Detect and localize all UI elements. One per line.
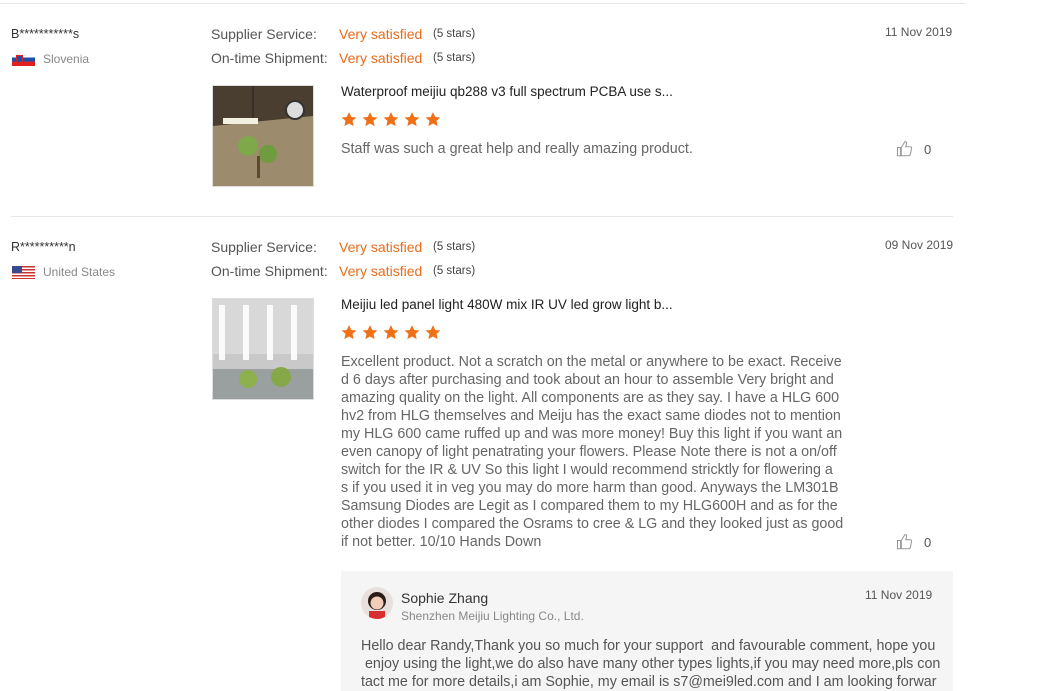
thumbs-up-icon: [896, 140, 913, 157]
top-divider: [0, 3, 966, 4]
star-icon: [383, 325, 399, 340]
like-button[interactable]: 0: [896, 533, 931, 551]
slovenia-flag-icon: [12, 52, 35, 66]
shipment-value: Very satisfied: [339, 263, 423, 279]
reply-text-line: enjoy using the light,we do also have ma…: [361, 656, 941, 672]
reviewer-country: Slovenia: [12, 52, 89, 66]
product-title-link[interactable]: Waterproof meijiu qb288 v3 full spectrum…: [341, 84, 673, 99]
review-text-line: my HLG 600 came ruffed up and was more m…: [341, 426, 843, 442]
star-icon: [404, 112, 420, 127]
rating-stars: [340, 111, 442, 128]
supplier-reply: Sophie Zhang Shenzhen Meijiu Lighting Co…: [341, 571, 953, 691]
reply-text-line: tact me for more details,i am Sophie, my…: [361, 674, 937, 690]
review-text-line: s if you used it in veg you may do more …: [341, 480, 839, 496]
like-count: 0: [924, 141, 932, 157]
review-text-line: amazing quality on the light. All compon…: [341, 390, 840, 406]
supplier-service-value: Very satisfied: [339, 26, 423, 42]
reviewer-name: R**********n: [11, 240, 76, 254]
reviewer-country: United States: [12, 265, 115, 279]
review-text-line: hv2 from HLG themselves and Meiju has th…: [341, 408, 841, 424]
review-divider: [11, 216, 953, 217]
review-text-line: if not better. 10/10 Hands Down: [341, 534, 542, 550]
usa-flag-icon: [12, 265, 35, 279]
shipment-stars: (5 stars): [433, 52, 476, 64]
review-date: 11 Nov 2019: [885, 25, 953, 39]
review-text: Excellent product. Not a scratch on the …: [341, 353, 843, 551]
review-text-line: d 6 days after purchasing and took about…: [341, 372, 834, 388]
star-icon: [341, 325, 357, 340]
review-text: Staff was such a great help and really a…: [341, 141, 693, 157]
reply-company: Shenzhen Meijiu Lighting Co., Ltd.: [401, 609, 584, 623]
supplier-service-stars: (5 stars): [433, 241, 476, 253]
supplier-service-label: Supplier Service:: [211, 26, 317, 42]
star-icon: [425, 112, 441, 127]
thumbs-up-icon: [896, 533, 913, 550]
shipment-label: On-time Shipment:: [211, 263, 328, 279]
reply-text-line: Hello dear Randy,Thank you so much for y…: [361, 638, 936, 654]
shipment-label: On-time Shipment:: [211, 50, 328, 66]
reply-date: 11 Nov 2019: [865, 588, 933, 602]
review-text-line: Excellent product. Not a scratch on the …: [341, 354, 842, 370]
reviewer-name: B***********s: [11, 27, 80, 41]
like-count: 0: [924, 534, 932, 550]
product-title-link[interactable]: Meijiu led panel light 480W mix IR UV le…: [341, 297, 673, 312]
country-label: Slovenia: [43, 52, 90, 66]
review-text-line: switch for the IR & UV So this light I w…: [341, 462, 833, 478]
star-icon: [341, 112, 357, 127]
like-button[interactable]: 0: [896, 140, 931, 158]
review-text-line: other diodes I compared the Osrams to cr…: [341, 516, 844, 532]
star-icon: [362, 112, 378, 127]
rating-stars: [340, 324, 442, 341]
supplier-service-stars: (5 stars): [433, 28, 476, 40]
country-label: United States: [43, 265, 116, 279]
product-thumbnail[interactable]: [212, 298, 314, 400]
shipment-stars: (5 stars): [433, 265, 476, 277]
review-text-line: even canopy of light penatrating your fl…: [341, 444, 837, 460]
review-text-line: Samsung Diodes are Legit as I compared t…: [341, 498, 838, 514]
review-date: 09 Nov 2019: [885, 238, 954, 252]
star-icon: [425, 325, 441, 340]
supplier-service-label: Supplier Service:: [211, 239, 317, 255]
avatar: [361, 587, 393, 619]
star-icon: [362, 325, 378, 340]
supplier-service-value: Very satisfied: [339, 239, 423, 255]
shipment-value: Very satisfied: [339, 50, 423, 66]
product-thumbnail[interactable]: [212, 85, 314, 187]
reply-author-name: Sophie Zhang: [401, 590, 489, 606]
star-icon: [383, 112, 399, 127]
star-icon: [404, 325, 420, 340]
